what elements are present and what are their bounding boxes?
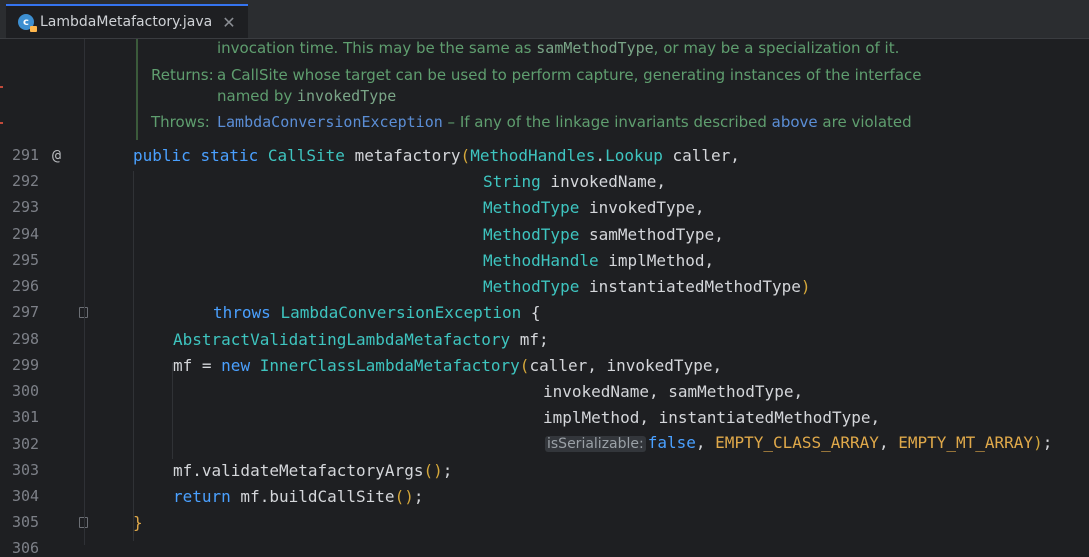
doc-returns-text: a CallSite whose target can be used to p… — [217, 66, 922, 84]
code-line-295: MethodHandle implMethod, — [483, 251, 715, 270]
line-number: 301 — [12, 408, 40, 426]
code-line-304: return mf.buildCallSite(); — [173, 487, 424, 506]
line-number: 300 — [12, 382, 40, 400]
line-number: 298 — [12, 330, 40, 348]
code-line-298: AbstractValidatingLambdaMetafactory mf; — [173, 330, 549, 349]
file-tab[interactable]: c LambdaMetafactory.java ✕ — [6, 4, 248, 38]
above-link[interactable]: above — [772, 113, 818, 131]
exception-link[interactable]: LambdaConversionException — [217, 113, 443, 131]
line-number: 291 — [12, 146, 40, 164]
line-number: 294 — [12, 225, 40, 243]
code-line-296: MethodType instantiatedMethodType) — [483, 277, 811, 296]
line-number: 299 — [12, 356, 40, 374]
doc-returns-label: Returns: — [151, 66, 214, 84]
change-marker — [0, 86, 3, 88]
code-line-300: invokedName, samMethodType, — [543, 382, 804, 401]
lock-icon — [30, 26, 37, 32]
code-line-293: MethodType invokedType, — [483, 198, 705, 217]
code-line-294: MethodType samMethodType, — [483, 225, 724, 244]
line-number: 305 — [12, 513, 40, 531]
code-line-305: } — [133, 513, 143, 532]
code-line-303: mf.validateMetafactoryArgs(); — [173, 461, 453, 480]
doc-throws-text: LambdaConversionException – If any of th… — [217, 113, 912, 131]
doc-throws-label: Throws: — [151, 113, 210, 131]
parameter-hint: isSerializable: — [545, 436, 646, 452]
line-number: 292 — [12, 172, 40, 190]
line-gutter: 291 @ 292 293 294 295 296 297 298 299 30… — [0, 39, 104, 557]
code-line-301: implMethod, instantiatedMethodType, — [543, 408, 881, 427]
code-line-297: throws LambdaConversionException { — [213, 303, 541, 322]
doc-returns-text-2: named by invokedType — [217, 87, 397, 105]
indent-guide — [133, 171, 134, 541]
change-marker — [0, 122, 3, 124]
line-number: 304 — [12, 487, 40, 505]
file-tab-label: LambdaMetafactory.java — [40, 14, 213, 30]
rendered-javadoc: invocation time. This may be the same as… — [136, 39, 1089, 140]
code-line-291: public static CallSite metafactory(Metho… — [133, 146, 740, 165]
indent-guide — [172, 363, 173, 459]
code-line-302: isSerializable: false, EMPTY_CLASS_ARRAY,… — [545, 433, 1053, 452]
line-number: 297 — [12, 303, 40, 321]
doc-line: invocation time. This may be the same as… — [217, 39, 900, 57]
close-tab-icon[interactable]: ✕ — [222, 13, 235, 32]
code-line-292: String invokedName, — [483, 172, 667, 191]
line-number: 293 — [12, 198, 40, 216]
override-annotation-icon[interactable]: @ — [52, 146, 61, 164]
java-class-icon: c — [18, 14, 37, 32]
line-number: 306 — [12, 539, 40, 557]
code-line-299: mf = new InnerClassLambdaMetafactory(cal… — [173, 356, 723, 375]
editor-tab-bar: c LambdaMetafactory.java ✕ — [0, 0, 1089, 39]
line-number: 295 — [12, 251, 40, 269]
code-editor[interactable]: 291 @ 292 293 294 295 296 297 298 299 30… — [0, 39, 1089, 557]
gutter-divider — [84, 39, 85, 545]
line-number: 303 — [12, 461, 40, 479]
line-number: 296 — [12, 277, 40, 295]
line-number: 302 — [12, 435, 40, 453]
